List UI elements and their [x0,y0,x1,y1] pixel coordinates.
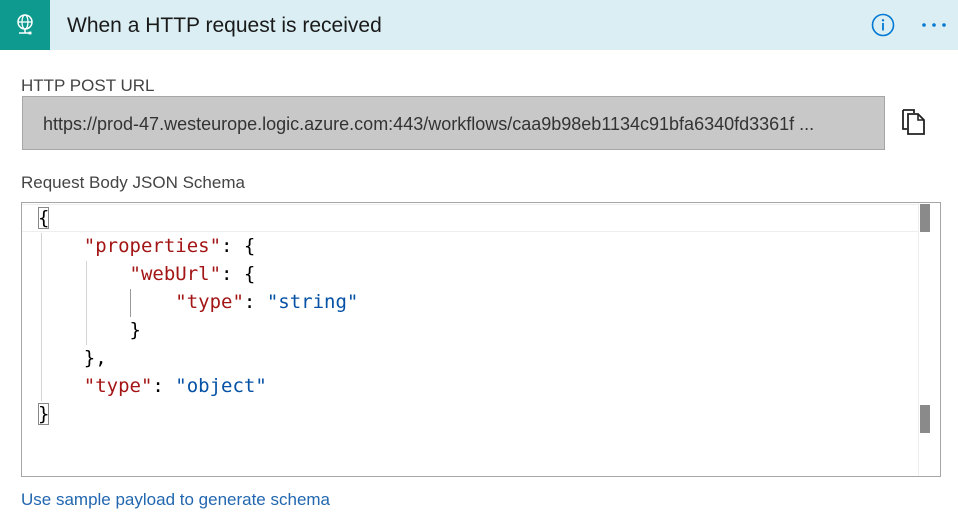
json-punctuation: { [38,207,50,229]
code-line: "type": "string" [38,288,358,316]
code-line: "type": "object" [38,372,267,400]
code-line: "properties": { [38,232,256,260]
http-post-url-field[interactable]: https://prod-47.westeurope.logic.azure.c… [22,96,885,150]
json-punctuation: : { [221,263,256,285]
json-punctuation: : { [221,235,256,257]
code-line: }, [38,344,107,372]
code-line: } [38,400,50,428]
current-line-highlight [22,204,918,232]
json-punctuation [38,291,175,313]
request-body-schema-label: Request Body JSON Schema [21,173,245,192]
info-icon[interactable] [871,13,895,37]
json-key: "webUrl" [129,263,222,285]
generate-schema-link[interactable]: Use sample payload to generate schema [21,489,330,511]
code-line: } [38,316,141,344]
copy-icon[interactable] [900,108,928,136]
http-post-url-label: HTTP POST URL [21,76,155,95]
code-line: "webUrl": { [38,260,256,288]
trigger-header[interactable]: When a HTTP request is received [0,0,958,50]
json-key: "properties" [83,235,222,257]
scrollbar-marker [920,405,930,433]
json-punctuation [38,375,84,397]
http-post-url-value: https://prod-47.westeurope.logic.azure.c… [43,114,815,134]
more-ellipsis-icon[interactable] [918,13,950,37]
globe-network-icon [0,0,50,50]
json-string-value: "string" [266,291,359,313]
json-key: "type" [175,291,244,313]
json-punctuation: } [38,403,50,425]
scrollbar-marker [920,204,930,232]
http-trigger-card: When a HTTP request is received HTTP POS… [0,0,958,521]
json-string-value: "object" [175,375,267,397]
json-schema-editor[interactable]: { "properties": { "webUrl": { "type": "s… [21,202,941,477]
json-punctuation: }, [38,347,107,369]
json-punctuation: } [38,319,141,341]
json-punctuation: : [243,291,267,313]
json-punctuation [38,235,84,257]
json-punctuation [38,263,130,285]
json-key: "type" [83,375,153,397]
editor-scrollbar[interactable] [918,203,940,476]
trigger-title: When a HTTP request is received [67,14,382,37]
code-line: { [38,204,50,232]
json-punctuation: : [152,375,176,397]
